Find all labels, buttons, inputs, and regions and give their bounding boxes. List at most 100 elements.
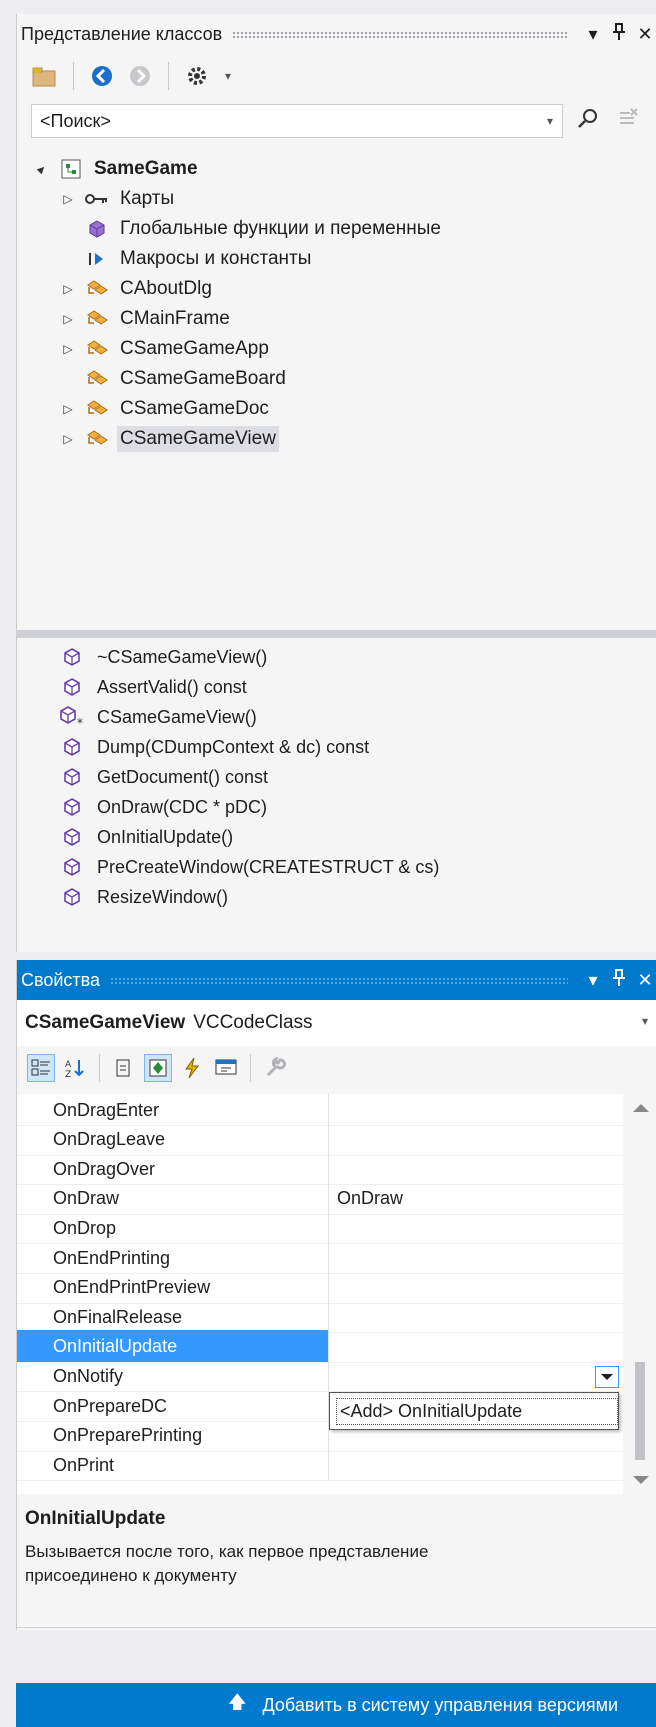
messages-icon[interactable] <box>212 1054 240 1082</box>
tree-item[interactable]: Глобальные функции и переменные <box>17 214 656 244</box>
pin-icon[interactable] <box>608 22 630 46</box>
class-view-titlebar[interactable]: Представление классов ▾ ✕ <box>17 14 656 54</box>
property-row[interactable]: OnNotify <box>17 1359 623 1393</box>
expand-arrow-icon[interactable]: ▷ <box>59 312 77 326</box>
property-row[interactable]: OnDragOver <box>17 1152 623 1186</box>
class-tree: ▲ SameGame ▷ Карты Глобальные функции и пере… <box>17 154 656 454</box>
properties-view-icon[interactable] <box>144 1054 172 1082</box>
object-type: VCCodeClass <box>193 1012 313 1033</box>
search-icon[interactable] <box>573 107 603 135</box>
dropdown-option[interactable]: <Add> OnInitialUpdate <box>336 1397 618 1425</box>
property-name: OnFinalRelease <box>17 1300 329 1333</box>
collapse-arrow-icon[interactable]: ▲ <box>31 158 54 181</box>
tree-item-label: CSameGameView <box>117 426 279 452</box>
status-bar: 🡅 Добавить в систему управления версиями <box>16 1683 656 1727</box>
tree-item[interactable]: ▷ CMainFrame <box>17 304 656 334</box>
close-icon[interactable]: ✕ <box>634 970 656 991</box>
tree-item[interactable]: ▷ CSameGameDoc <box>17 394 656 424</box>
tree-item-label: Карты <box>120 188 175 209</box>
property-name: OnDragEnter <box>17 1094 329 1126</box>
chevron-down-icon[interactable]: ▾ <box>538 114 562 128</box>
tree-item[interactable]: ▲ SameGame <box>17 154 656 184</box>
property-row[interactable]: OnInitialUpdate <box>17 1330 623 1363</box>
panel-splitter[interactable] <box>17 630 656 638</box>
tree-item[interactable]: ▷ CSameGameApp <box>17 334 656 364</box>
member-label: ~CSameGameView() <box>97 646 268 667</box>
member-item[interactable]: OnDraw(CDC * pDC) <box>17 792 656 822</box>
sort-alphabetical-icon[interactable]: AZ <box>61 1054 89 1082</box>
chevron-down-icon[interactable]: ▾ <box>642 1014 648 1028</box>
close-icon[interactable]: ✕ <box>634 24 656 45</box>
expand-arrow-icon[interactable]: ▷ <box>59 402 77 416</box>
property-name: OnPrepareDC <box>17 1389 329 1422</box>
search-input[interactable]: <Поиск> ▾ <box>31 104 563 138</box>
method-icon <box>57 797 87 817</box>
member-item[interactable]: * CSameGameView() <box>17 702 656 732</box>
arrow-up-icon: 🡅 <box>228 1692 247 1712</box>
member-item[interactable]: OnInitialUpdate() <box>17 822 656 852</box>
member-item[interactable]: Dump(CDumpContext & dc) const <box>17 732 656 762</box>
class-icon <box>83 309 111 329</box>
method-star-icon: * <box>57 706 87 728</box>
properties-titlebar[interactable]: Свойства ▾ ✕ <box>17 960 656 1000</box>
member-item[interactable]: PreCreateWindow(CREATESTRUCT & cs) <box>17 852 656 882</box>
property-name: OnPreparePrinting <box>17 1419 329 1452</box>
tree-item[interactable]: ▷ CSameGameView <box>17 424 656 454</box>
property-name: OnDragOver <box>17 1152 329 1185</box>
member-item[interactable]: ResizeWindow() <box>17 882 656 912</box>
member-item[interactable]: GetDocument() const <box>17 762 656 792</box>
property-name: OnDrop <box>17 1211 329 1244</box>
description-title: OnInitialUpdate <box>25 1508 166 1529</box>
expand-arrow-icon[interactable]: ▷ <box>59 282 77 296</box>
tree-item[interactable]: CSameGameBoard <box>17 364 656 394</box>
clear-search-icon[interactable] <box>613 107 643 135</box>
object-selector[interactable]: CSameGameView VCCodeClass ▾ <box>17 1000 656 1046</box>
svg-text:Z: Z <box>65 1070 71 1079</box>
add-to-source-control-link[interactable]: Добавить в систему управления версиями <box>263 1695 619 1716</box>
tree-item[interactable]: ▷ CAboutDlg <box>17 274 656 304</box>
scroll-thumb[interactable] <box>635 1362 645 1460</box>
window-menu-icon[interactable]: ▾ <box>582 970 604 991</box>
property-row[interactable]: OnFinalRelease <box>17 1300 623 1334</box>
tree-item[interactable]: Макросы и константы <box>17 244 656 274</box>
member-item[interactable]: ~CSameGameView() <box>17 642 656 672</box>
member-label: Dump(CDumpContext & dc) const <box>97 736 370 757</box>
member-label: OnDraw(CDC * pDC) <box>97 796 268 817</box>
overrides-wrench-icon[interactable] <box>261 1054 289 1082</box>
toolbar-separator <box>250 1054 251 1082</box>
property-name: OnEndPrintPreview <box>17 1271 329 1304</box>
vertical-scrollbar[interactable] <box>623 1094 656 1494</box>
property-pages-icon[interactable] <box>110 1054 138 1082</box>
property-name: OnDragLeave <box>17 1123 329 1156</box>
search-row: <Поиск> ▾ <box>17 98 656 144</box>
member-item[interactable]: AssertValid() const <box>17 672 656 702</box>
property-name: OnEndPrinting <box>17 1241 329 1274</box>
property-row[interactable]: OnDraw OnDraw <box>17 1182 623 1215</box>
property-row[interactable]: OnDrop <box>17 1211 623 1245</box>
scroll-up-icon[interactable] <box>633 1104 649 1112</box>
property-row[interactable]: OnEndPrintPreview <box>17 1271 623 1304</box>
expand-arrow-icon[interactable]: ▷ <box>59 192 77 206</box>
property-row[interactable]: OnEndPrinting <box>17 1241 623 1274</box>
pin-icon[interactable] <box>608 968 630 992</box>
scroll-down-icon[interactable] <box>633 1476 649 1484</box>
events-lightning-icon[interactable] <box>178 1054 206 1082</box>
settings-gear-icon[interactable] <box>183 62 211 90</box>
chevron-down-icon[interactable]: ▾ <box>221 62 235 90</box>
categorized-icon[interactable] <box>27 1054 55 1082</box>
expand-arrow-icon[interactable]: ▷ <box>59 342 77 356</box>
back-icon[interactable] <box>88 62 116 90</box>
value-dropdown-button[interactable] <box>595 1366 619 1388</box>
property-row[interactable]: OnPrint <box>17 1448 623 1482</box>
class-icon <box>83 399 111 419</box>
tree-item-label: Глобальные функции и переменные <box>120 218 441 239</box>
titlebar-grip <box>232 30 568 38</box>
property-row[interactable]: OnDragLeave <box>17 1123 623 1156</box>
tree-item[interactable]: ▷ Карты <box>17 184 656 214</box>
property-value[interactable]: OnDraw <box>329 1188 403 1209</box>
property-row[interactable]: OnDragEnter <box>17 1094 623 1126</box>
expand-arrow-icon[interactable]: ▷ <box>59 432 77 446</box>
window-menu-icon[interactable]: ▾ <box>582 24 604 45</box>
forward-icon[interactable] <box>126 62 154 90</box>
new-folder-icon[interactable] <box>31 62 59 90</box>
